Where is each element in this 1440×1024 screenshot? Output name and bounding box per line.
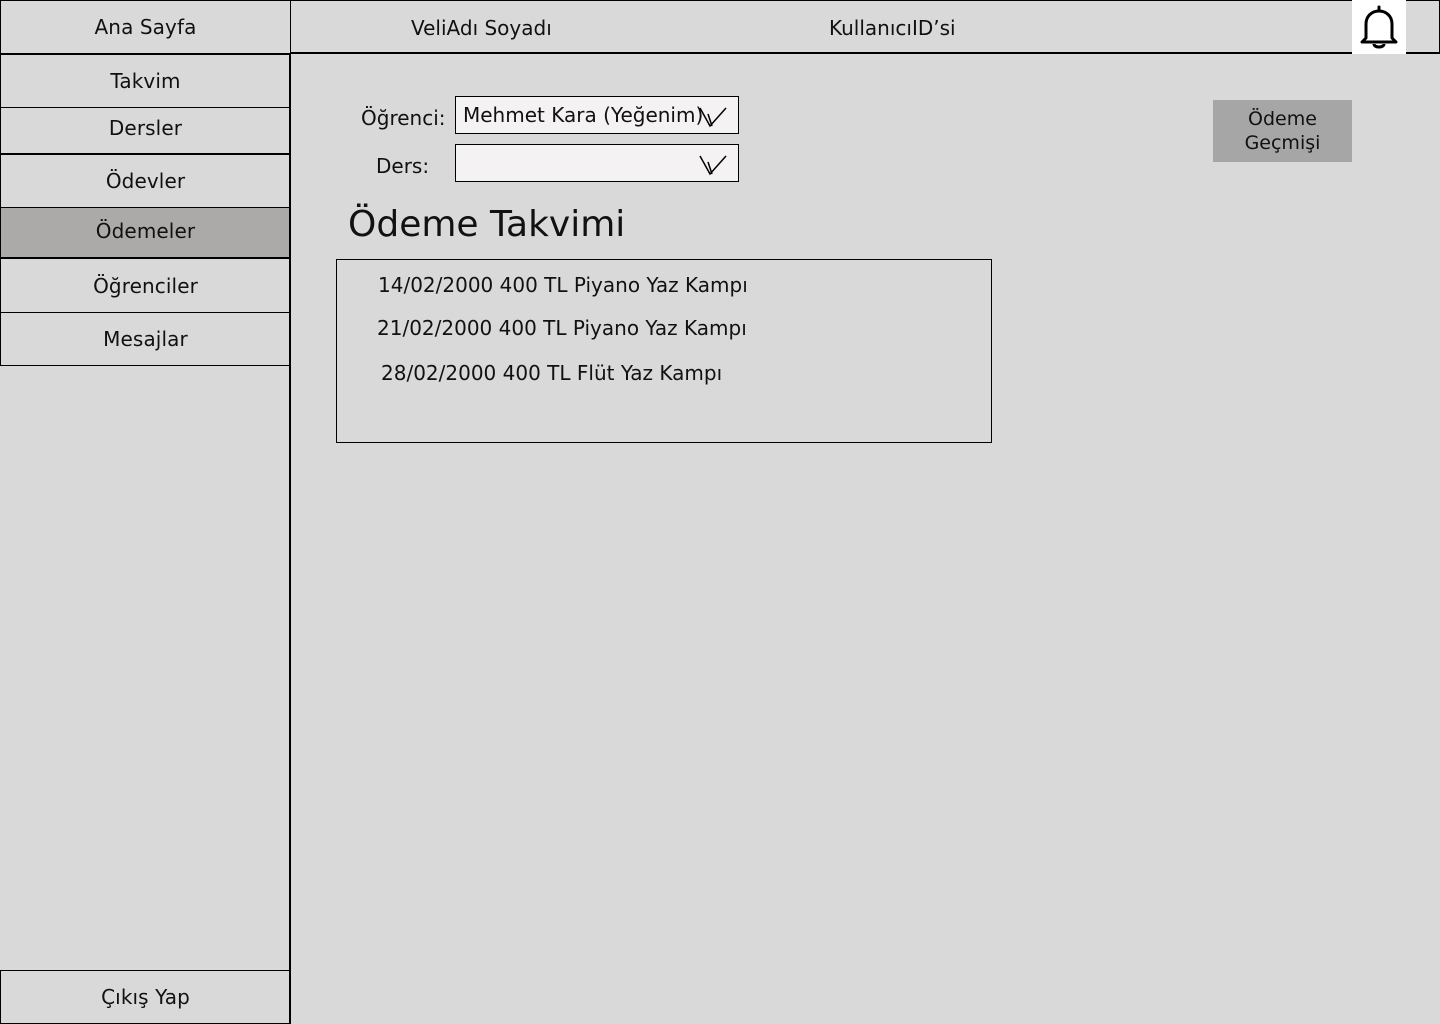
student-select[interactable]: Mehmet Kara (Yeğenim) bbox=[455, 96, 739, 134]
top-bar: VeliAdı Soyadı KullanıcıID’si bbox=[290, 0, 1440, 54]
home-nav-label: Ana Sayfa bbox=[94, 15, 197, 39]
logout-label: Çıkış Yap bbox=[101, 985, 190, 1009]
sidebar-item-label: Takvim bbox=[110, 69, 181, 93]
list-item: 28/02/2000 400 TL Flüt Yaz Kampı bbox=[381, 361, 723, 385]
sidebar-item-messages[interactable]: Mesajlar bbox=[0, 312, 291, 366]
payment-schedule-list: 14/02/2000 400 TL Piyano Yaz Kampı 21/02… bbox=[336, 259, 992, 443]
sidebar-item-courses[interactable]: Dersler bbox=[0, 107, 291, 154]
sidebar-item-calendar[interactable]: Takvim bbox=[0, 54, 291, 108]
sidebar-item-label: Dersler bbox=[108, 116, 183, 140]
sidebar-item-label: Ödemeler bbox=[95, 219, 196, 243]
course-select[interactable] bbox=[455, 144, 739, 182]
payment-history-button[interactable]: Ödeme Geçmişi bbox=[1213, 100, 1352, 162]
payment-history-label-line1: Ödeme bbox=[1248, 108, 1317, 130]
parent-name: VeliAdı Soyadı bbox=[411, 16, 552, 40]
sidebar-item-students[interactable]: Öğrenciler bbox=[0, 258, 291, 313]
student-select-value: Mehmet Kara (Yeğenim) bbox=[463, 103, 704, 127]
home-nav-button[interactable]: Ana Sayfa bbox=[0, 0, 291, 54]
sidebar-item-payments[interactable]: Ödemeler bbox=[0, 207, 291, 258]
sidebar-item-homework[interactable]: Ödevler bbox=[0, 154, 291, 208]
notification-button[interactable] bbox=[1352, 0, 1406, 54]
bell-icon bbox=[1360, 5, 1398, 49]
list-item: 14/02/2000 400 TL Piyano Yaz Kampı bbox=[378, 273, 748, 297]
sidebar-item-label: Mesajlar bbox=[103, 327, 188, 351]
sidebar-item-label: Öğrenciler bbox=[93, 273, 198, 298]
sidebar-divider bbox=[289, 54, 291, 1024]
payment-history-label-line2: Geçmişi bbox=[1244, 132, 1321, 154]
logout-button[interactable]: Çıkış Yap bbox=[0, 970, 291, 1024]
page-title: Ödeme Takvimi bbox=[348, 204, 626, 245]
student-label: Öğrenci: bbox=[361, 106, 446, 130]
user-id: KullanıcıID’si bbox=[829, 16, 956, 40]
list-item: 21/02/2000 400 TL Piyano Yaz Kampı bbox=[377, 316, 747, 340]
chevron-down-icon bbox=[699, 107, 727, 128]
chevron-down-icon bbox=[699, 155, 727, 176]
course-label: Ders: bbox=[376, 154, 430, 178]
sidebar-item-label: Ödevler bbox=[105, 169, 186, 193]
